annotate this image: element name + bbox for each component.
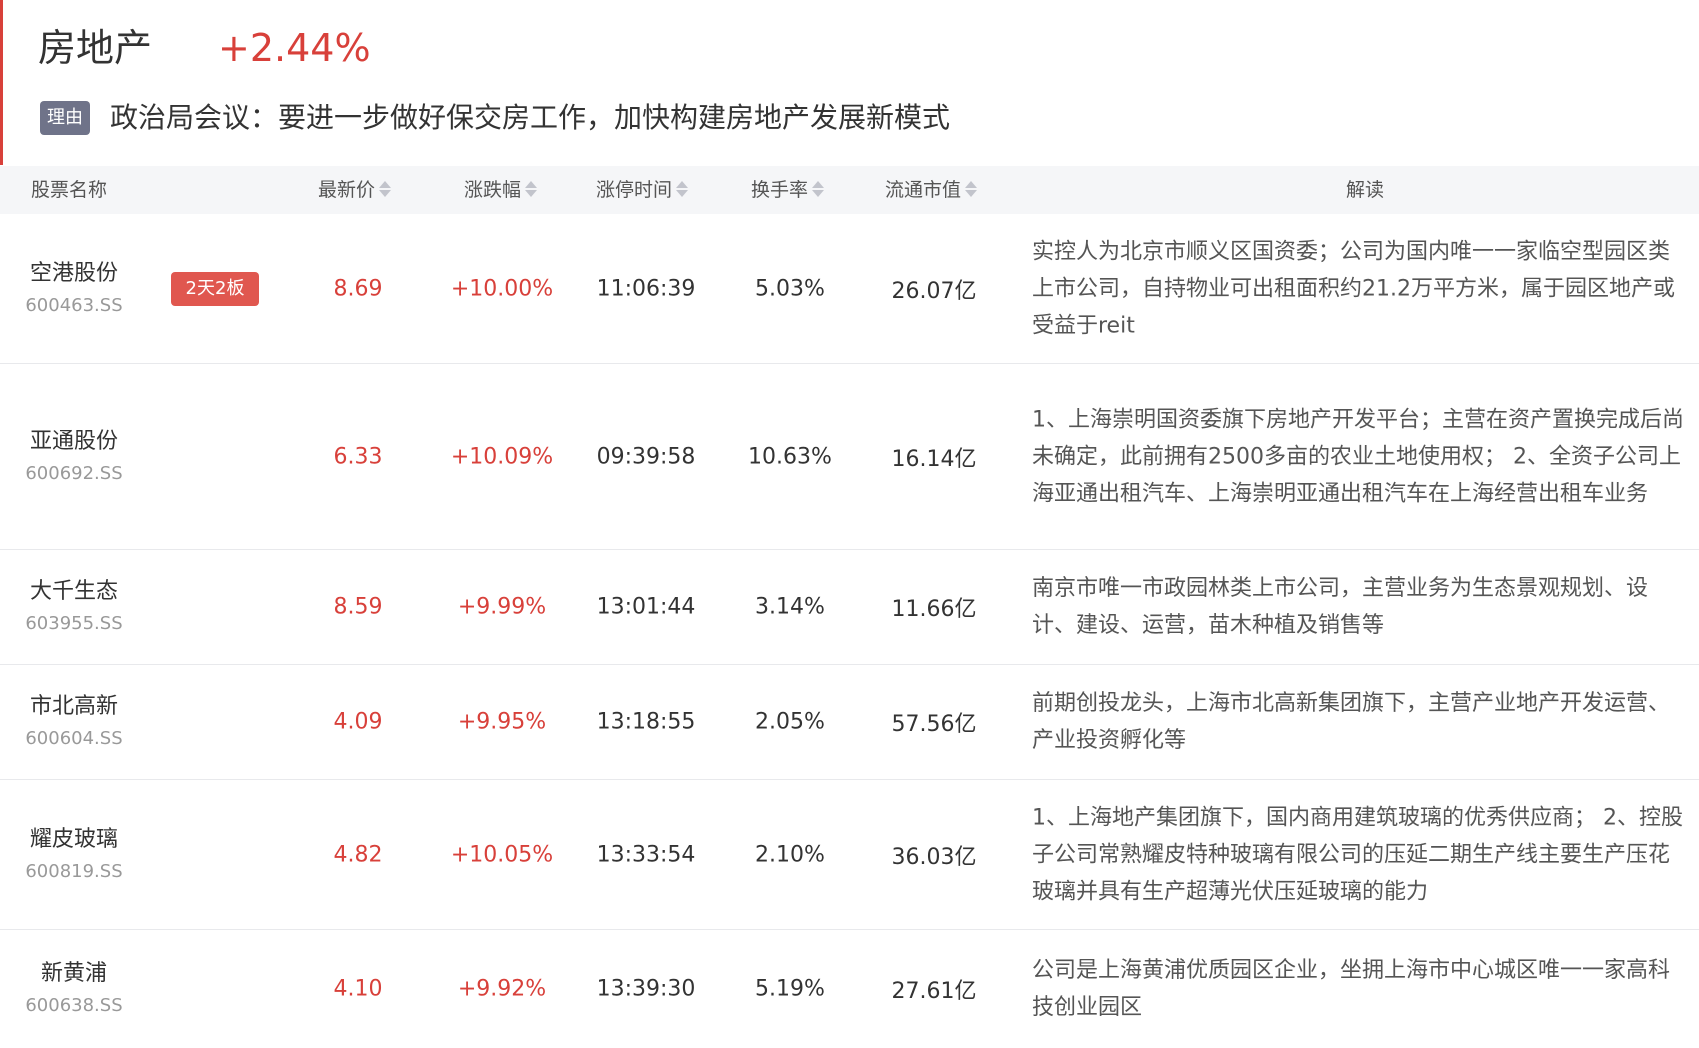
stock-name[interactable]: 大千生态 — [24, 575, 124, 609]
stock-code: 600692.SS — [25, 462, 123, 484]
stock-identity: 新黄浦 600638.SS — [24, 957, 124, 1021]
float-market-cap: 11.66亿 — [891, 597, 977, 622]
header-price[interactable]: 最新价 — [318, 166, 392, 214]
reason-text: 政治局会议：要进一步做好保交房工作，加快构建房地产发展新模式 — [110, 101, 951, 134]
stock-code: 603955.SS — [25, 613, 123, 634]
change-percent: +9.92% — [457, 976, 547, 1002]
stock-note: 1、上海地产集团旗下，国内商用建筑玻璃的优秀供应商； 2、控股子公司常熟耀皮特种… — [1032, 805, 1683, 904]
latest-price: 8.59 — [333, 594, 383, 620]
change-percent: +9.99% — [457, 594, 547, 620]
change-percent: +10.05% — [450, 842, 554, 867]
sort-icon[interactable] — [676, 179, 689, 199]
sort-icon[interactable] — [812, 179, 825, 199]
latest-price: 4.10 — [333, 976, 383, 1002]
stock-name[interactable]: 空港股份 — [24, 257, 124, 291]
latest-price: 8.69 — [333, 276, 383, 301]
stock-note: 实控人为北京市顺义区国资委；公司为国内唯一一家临空型园区类上市公司，自持物业可出… — [1032, 239, 1675, 338]
turnover-rate: 2.10% — [755, 842, 825, 867]
header-float-cap[interactable]: 流通市值 — [885, 166, 978, 214]
reason-tag: 理由 — [40, 101, 90, 135]
header-turnover[interactable]: 换手率 — [751, 166, 825, 214]
float-market-cap: 26.07亿 — [891, 278, 977, 304]
turnover-rate: 3.14% — [755, 594, 825, 620]
float-market-cap: 57.56亿 — [891, 712, 977, 737]
header-note: 解读 — [1346, 179, 1385, 201]
table-row[interactable]: 新黄浦 600638.SS 4.10 +9.92% 13:39:30 5.19%… — [0, 930, 1699, 1048]
table-row[interactable]: 耀皮玻璃 600819.SS 4.82 +10.05% 13:33:54 2.1… — [0, 780, 1699, 930]
stock-note: 南京市唯一市政园林类上市公司，主营业务为生态景观规划、设计、建设、运营，苗木种植… — [1032, 576, 1649, 638]
stock-name[interactable]: 亚通股份 — [24, 425, 124, 459]
header-stock-name: 股票名称 — [31, 179, 108, 201]
table-header: 股票名称 最新价 涨跌幅 涨停时间 换手率 流通市值 解读 — [0, 166, 1699, 214]
stock-table: 空港股份 600463.SS 2天2板 8.69 +10.00% 11:06:3… — [0, 214, 1699, 1048]
header-limit-time[interactable]: 涨停时间 — [596, 166, 689, 214]
stock-note: 前期创投龙头，上海市北高新集团旗下，主营产业地产开发运营、产业投资孵化等 — [1032, 691, 1671, 753]
latest-price: 4.82 — [333, 842, 383, 867]
stock-code: 600463.SS — [25, 294, 123, 316]
stock-code: 600819.SS — [25, 860, 123, 882]
float-market-cap: 16.14亿 — [891, 446, 977, 472]
turnover-rate: 5.19% — [755, 976, 825, 1002]
limit-up-time: 09:39:58 — [596, 444, 696, 469]
accent-bar — [0, 0, 3, 165]
sector-panel: 房地产 +2.44% 理由 政治局会议：要进一步做好保交房工作，加快构建房地产发… — [0, 0, 1699, 1036]
stock-identity: 空港股份 600463.SS — [24, 257, 124, 321]
table-row[interactable]: 大千生态 603955.SS 8.59 +9.99% 13:01:44 3.14… — [0, 550, 1699, 665]
turnover-rate: 10.63% — [748, 444, 832, 469]
stock-code: 600604.SS — [25, 728, 123, 749]
sort-icon[interactable] — [379, 179, 392, 199]
sort-icon[interactable] — [965, 179, 978, 199]
stock-identity: 市北高新 600604.SS — [24, 690, 124, 754]
limit-up-time: 13:01:44 — [596, 594, 696, 620]
turnover-rate: 5.03% — [755, 276, 825, 301]
stock-name[interactable]: 新黄浦 — [24, 957, 124, 991]
sector-name: 房地产 — [38, 26, 153, 70]
stock-name[interactable]: 耀皮玻璃 — [24, 823, 124, 857]
sort-icon[interactable] — [525, 179, 538, 199]
header-change[interactable]: 涨跌幅 — [464, 166, 538, 214]
sector-change: +2.44% — [218, 26, 371, 70]
change-percent: +9.95% — [457, 709, 547, 735]
float-market-cap: 27.61亿 — [891, 979, 977, 1004]
limit-up-badge: 2天2板 — [171, 271, 259, 306]
latest-price: 6.33 — [333, 444, 383, 469]
float-market-cap: 36.03亿 — [891, 844, 977, 870]
change-percent: +10.09% — [450, 444, 554, 469]
stock-identity: 耀皮玻璃 600819.SS — [24, 823, 124, 887]
stock-note: 公司是上海黄浦优质园区企业，坐拥上海市中心城区唯一一家高科技创业园区 — [1032, 958, 1671, 1020]
stock-note: 1、上海崇明国资委旗下房地产开发平台；主营在资产置换完成后尚未确定，此前拥有25… — [1032, 407, 1684, 506]
limit-up-time: 13:39:30 — [596, 976, 696, 1002]
limit-up-time: 13:18:55 — [596, 709, 696, 735]
limit-up-time: 13:33:54 — [596, 842, 696, 867]
stock-identity: 亚通股份 600692.SS — [24, 425, 124, 489]
stock-code: 600638.SS — [25, 995, 123, 1016]
limit-up-time: 11:06:39 — [596, 276, 696, 301]
turnover-rate: 2.05% — [755, 709, 825, 735]
stock-identity: 大千生态 603955.SS — [24, 575, 124, 639]
table-row[interactable]: 亚通股份 600692.SS 6.33 +10.09% 09:39:58 10.… — [0, 364, 1699, 550]
table-row[interactable]: 空港股份 600463.SS 2天2板 8.69 +10.00% 11:06:3… — [0, 214, 1699, 364]
table-row[interactable]: 市北高新 600604.SS 4.09 +9.95% 13:18:55 2.05… — [0, 665, 1699, 780]
stock-name[interactable]: 市北高新 — [24, 690, 124, 724]
change-percent: +10.00% — [450, 276, 554, 301]
latest-price: 4.09 — [333, 709, 383, 735]
